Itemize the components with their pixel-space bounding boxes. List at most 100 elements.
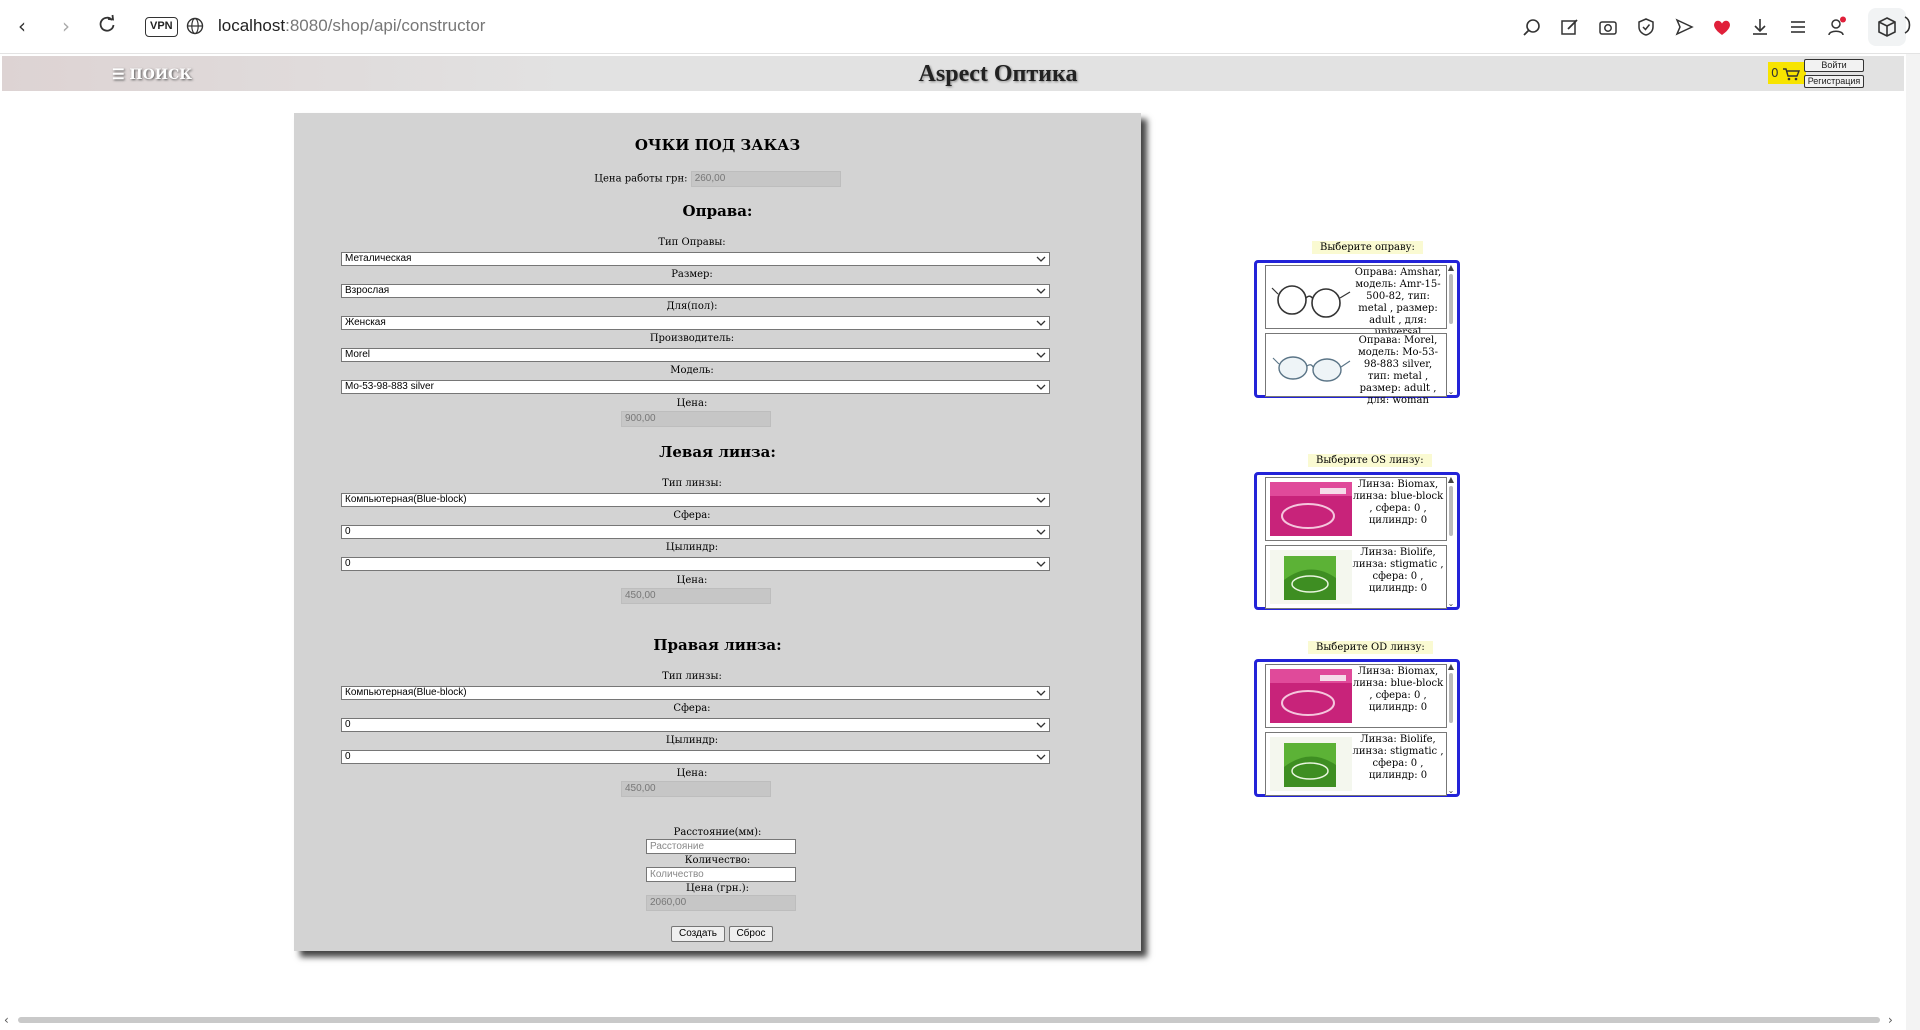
od-lens-option-text: Линза: Biolife, линза: stigmatic , сфера… [1352,734,1444,781]
browser-toolbar: ‹ › VPN localhost:8080/shop/api/construc… [0,0,1920,54]
glasses-image [1271,285,1351,318]
od-lens-picker[interactable]: Линза: Biomax, линза: blue-block , сфера… [1254,659,1460,797]
scroll-right-icon[interactable]: › [1888,1013,1893,1027]
left-lens-heading: Левая линза: [659,443,776,461]
od-lens-option[interactable]: Линза: Biolife, линза: stigmatic , сфера… [1265,732,1447,796]
chevron-down-icon [1036,384,1046,390]
edit-icon[interactable] [1559,16,1581,38]
frame-gender-label: Для(пол): [666,301,718,312]
chevron-down-icon [1036,497,1046,503]
frame-maker-value: Morel [345,349,371,360]
scrollbar-thumb[interactable] [18,1017,1880,1023]
frame-size-value: Взрослая [345,285,390,296]
register-button[interactable]: Регистрация [1804,75,1864,88]
od-lens-picker-caption: Выберите OD линзу: [1308,641,1433,654]
address-bar[interactable]: localhost:8080/shop/api/constructor [218,16,485,36]
cart-button[interactable]: 0 [1768,62,1806,84]
menu-lines-icon[interactable] [1787,16,1809,38]
search-page-icon[interactable] [1521,16,1543,38]
chevron-down-icon [1036,690,1046,696]
right-lens-heading: Правая линза: [653,636,782,654]
frame-picker[interactable]: Оправа: Amshar, модель: Amr-15-500-82, т… [1254,260,1460,406]
camera-icon[interactable] [1597,16,1619,38]
left-lens-cylinder-value: 0 [345,558,351,569]
work-price-row: Цена работы грн: 260,00 [294,171,1141,187]
frame-type-select[interactable]: Металическая [341,252,1050,266]
left-lens-type-label: Тип линзы: [662,478,722,489]
right-lens-cylinder-value: 0 [345,751,351,762]
right-lens-type-label: Тип линзы: [662,671,722,682]
frame-maker-label: Производитель: [649,333,735,344]
sidebar-toggle-icon[interactable] [1897,14,1911,36]
right-lens-price-label: Цена: [676,768,708,779]
send-icon[interactable] [1673,16,1695,38]
right-lens-sphere-label: Сфера: [673,703,711,714]
right-lens-type-select[interactable]: Компьютерная(Blue-block) [341,686,1050,700]
frame-picker-scrollbar[interactable]: ▲ ⌄ [1446,264,1456,396]
frame-model-select[interactable]: Mo-53-98-883 silver [341,380,1050,394]
quantity-input[interactable]: Количество [646,867,796,882]
lens-box-image-biomax [1270,482,1352,536]
frame-maker-select[interactable]: Morel [341,348,1050,362]
chevron-down-icon [1036,529,1046,535]
chevron-down-icon [1036,352,1046,358]
os-lens-picker-scrollbar[interactable]: ▲ ⌄ [1446,476,1456,608]
frame-size-label: Размер: [671,269,713,280]
glasses-image [1272,356,1351,382]
form-title: ОЧКИ ПОД ЗАКАЗ [634,136,801,154]
chevron-down-icon [1036,754,1046,760]
order-form-panel: ОЧКИ ПОД ЗАКАЗ Цена работы грн: 260,00 О… [294,113,1141,951]
os-lens-option[interactable]: Линза: Biolife, линза: stigmatic , сфера… [1265,545,1447,609]
login-button[interactable]: Войти [1804,59,1864,72]
frame-size-select[interactable]: Взрослая [341,284,1050,298]
vpn-badge[interactable]: VPN [145,17,178,37]
frame-option[interactable]: Оправа: Amshar, модель: Amr-15-500-82, т… [1265,265,1447,338]
od-lens-picker-scrollbar[interactable]: ▲ ⌄ [1446,663,1456,795]
left-lens-sphere-label: Сфера: [673,510,711,521]
lens-box-image-biolife [1270,737,1352,791]
chevron-down-icon [1036,561,1046,567]
left-lens-sphere-select[interactable]: 0 [341,525,1050,539]
frame-picker-caption: Выберите оправу: [1312,241,1423,254]
distance-input[interactable]: Расстояние [646,839,796,854]
lens-box-image-biolife [1270,550,1352,604]
frame-type-value: Металическая [345,253,412,264]
work-price-field: 260,00 [690,171,841,187]
chevron-down-icon [1036,320,1046,326]
left-lens-type-value: Компьютерная(Blue-block) [345,494,467,505]
left-lens-type-select[interactable]: Компьютерная(Blue-block) [341,493,1050,507]
profile-icon[interactable] [1825,16,1847,38]
site-title: Aspect Оптика [918,61,1078,87]
left-lens-cylinder-select[interactable]: 0 [341,557,1050,571]
scroll-left-icon[interactable]: ‹ [4,1013,9,1027]
os-lens-option[interactable]: Линза: Biomax, линза: blue-block , сфера… [1265,477,1447,541]
os-lens-picker[interactable]: Линза: Biomax, линза: blue-block , сфера… [1254,472,1460,610]
heart-icon[interactable] [1711,16,1733,38]
quantity-label: Количество: [684,855,751,866]
page-horizontal-scrollbar[interactable]: ‹ › [0,1012,1906,1030]
url-path: :8080/shop/api/constructor [285,16,486,35]
url-host: localhost [218,16,286,35]
cart-count: 0 [1771,66,1779,80]
lens-box-image-biomax [1270,669,1352,723]
frame-gender-select[interactable]: Женская [341,316,1050,330]
back-icon[interactable]: ‹ [11,15,33,37]
frame-heading: Оправа: [682,202,753,220]
total-price-field: 2060,00 [646,895,796,911]
os-lens-picker-caption: Выберите OS линзу: [1308,454,1432,467]
download-icon[interactable] [1749,16,1771,38]
shield-icon[interactable] [1635,16,1657,38]
browser-sidebar [1906,54,1920,1030]
frame-model-label: Модель: [670,365,714,376]
create-button[interactable]: Создать [671,926,725,942]
right-lens-sphere-value: 0 [345,719,351,730]
work-price-label: Цена работы грн: [594,173,688,185]
right-lens-cylinder-select[interactable]: 0 [341,750,1050,764]
chevron-down-icon [1036,722,1046,728]
right-lens-sphere-select[interactable]: 0 [341,718,1050,732]
frame-option[interactable]: Оправа: Morel, модель: Mo-53-98-883 silv… [1265,333,1447,406]
forward-icon[interactable]: › [55,15,77,37]
reload-icon[interactable] [96,14,118,36]
od-lens-option[interactable]: Линза: Biomax, линза: blue-block , сфера… [1265,664,1447,728]
reset-button[interactable]: Сброс [729,926,773,942]
